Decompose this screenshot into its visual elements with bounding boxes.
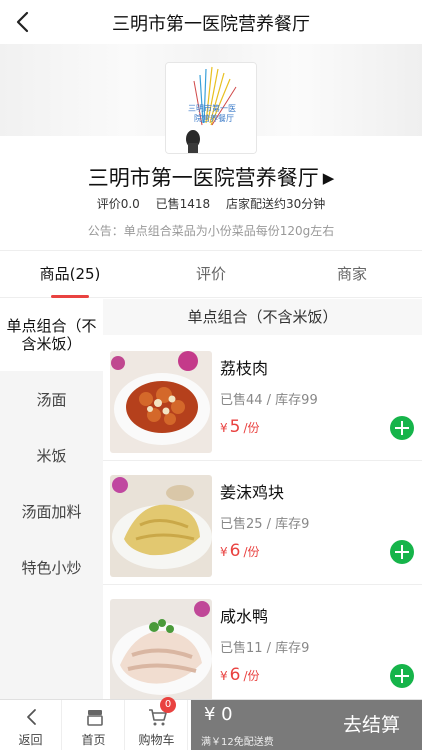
- category-item-rice[interactable]: 米饭: [0, 441, 103, 471]
- dish-price: ¥6/份: [220, 541, 260, 561]
- cart-label: 购物车: [138, 733, 175, 747]
- back-chevron-icon: [22, 707, 42, 727]
- checkout-button[interactable]: 去结算: [321, 700, 422, 750]
- category-sidebar: 单点组合（不含米饭） 汤面 米饭 汤面加料 特色小炒: [0, 299, 103, 699]
- shop-logo: 三明市第一医 院营养餐厅: [165, 62, 257, 154]
- price-unit: /份: [243, 421, 260, 435]
- shop-name: 三明市第一医院营养餐厅: [87, 166, 319, 190]
- play-arrow-icon: ▶: [322, 169, 335, 187]
- dish-name: 咸水鸭: [220, 607, 269, 626]
- home-store-icon: [85, 707, 105, 727]
- dish-image: [110, 599, 212, 699]
- back-button[interactable]: 返回: [0, 700, 62, 750]
- dish-image: [110, 475, 212, 577]
- top-nav-bar: 三明市第一医院营养餐厅: [0, 0, 422, 44]
- cart-total-amount: ¥ 0: [204, 704, 233, 725]
- page-title: 三明市第一医院营养餐厅: [112, 14, 310, 35]
- dish-name: 姜沫鸡块: [220, 483, 285, 502]
- dish-price: ¥6/份: [220, 665, 260, 685]
- cart-count-badge: 0: [160, 697, 176, 713]
- cart-total-panel[interactable]: ¥ 0 满￥12免配送费: [191, 700, 321, 750]
- tab-bar: 商品(25) 评价 商家: [0, 250, 422, 298]
- dish-item[interactable]: 姜沫鸡块 已售25 / 库存9 ¥6/份: [103, 461, 422, 585]
- dish-stats: 已售11 / 库存9: [220, 641, 310, 656]
- dish-item[interactable]: 咸水鸭 已售11 / 库存9 ¥6/份: [103, 585, 422, 699]
- tab-products[interactable]: 商品(25): [0, 251, 140, 299]
- shop-stats: 评价0.0 已售1418 店家配送约30分钟: [0, 195, 422, 212]
- tab-reviews[interactable]: 评价: [141, 251, 281, 299]
- add-to-cart-plus-icon[interactable]: [390, 540, 414, 564]
- tab-merchant[interactable]: 商家: [282, 251, 422, 299]
- cart-button[interactable]: 0 购物车: [126, 697, 188, 750]
- home-label: 首页: [81, 733, 106, 747]
- category-item-noodle-soup[interactable]: 汤面: [0, 385, 103, 415]
- logo-text-line-2: 院营养餐厅: [194, 113, 234, 123]
- currency-symbol: ¥: [220, 421, 228, 435]
- price-value: 6: [229, 541, 241, 561]
- menu-section-title: 单点组合（不含米饭）: [103, 299, 422, 335]
- dish-item[interactable]: 荔枝肉 已售44 / 库存99 ¥5/份: [103, 337, 422, 461]
- price-value: 6: [229, 665, 241, 685]
- dish-stats: 已售44 / 库存99: [220, 393, 318, 408]
- dish-stats: 已售25 / 库存9: [220, 517, 310, 532]
- shop-name-row[interactable]: 三明市第一医院营养餐厅 ▶: [0, 162, 422, 192]
- menu-list: 单点组合（不含米饭） 荔枝肉 已售44 / 库存99 ¥5/份 姜沫鸡块 已售2…: [103, 299, 422, 699]
- price-unit: /份: [243, 669, 260, 683]
- currency-symbol: ¥: [220, 669, 228, 683]
- dish-price: ¥5/份: [220, 417, 260, 437]
- category-item-noodle-toppings[interactable]: 汤面加料: [0, 497, 103, 527]
- price-unit: /份: [243, 545, 260, 559]
- shop-delivery-time: 店家配送约30分钟: [226, 197, 326, 211]
- shop-rating: 评价0.0: [96, 197, 140, 211]
- dish-name: 荔枝肉: [220, 359, 269, 378]
- currency-symbol: ¥: [220, 545, 228, 559]
- logo-text-line-1: 三明市第一医: [188, 103, 236, 113]
- back-label: 返回: [18, 733, 43, 747]
- add-to-cart-plus-icon[interactable]: [390, 416, 414, 440]
- category-item-specialty-stir-fry[interactable]: 特色小炒: [0, 553, 103, 583]
- shop-sold-count: 已售1418: [155, 197, 211, 211]
- dish-image: [110, 351, 212, 453]
- active-tab-indicator: [51, 295, 89, 298]
- free-delivery-note: 满￥12免配送费: [201, 737, 274, 748]
- add-to-cart-plus-icon[interactable]: [390, 664, 414, 688]
- price-value: 5: [229, 417, 241, 437]
- shop-notice: 公告：单点组合菜品为小份菜品每份120g左右: [87, 224, 335, 238]
- bottom-bar: 返回 首页 0 购物车 ¥ 0 满￥12免配送费 去结算: [0, 697, 422, 750]
- category-item-combo[interactable]: 单点组合（不含米饭）: [0, 299, 103, 371]
- home-button[interactable]: 首页: [63, 700, 125, 750]
